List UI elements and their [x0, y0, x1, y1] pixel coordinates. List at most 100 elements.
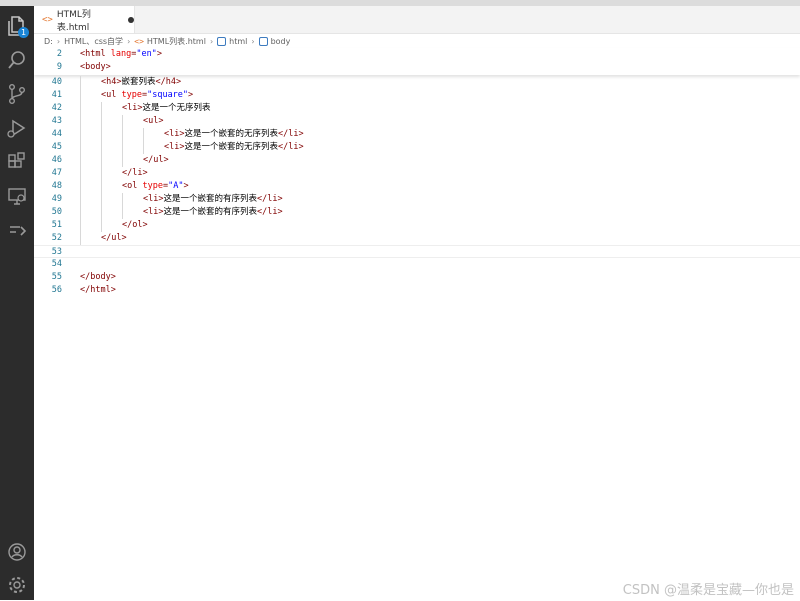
indent-guide — [80, 167, 81, 180]
code-line[interactable]: 55 </body> — [34, 271, 800, 284]
breadcrumb-folder[interactable]: HTML、css自学 — [64, 36, 123, 47]
code-token: <li> — [164, 129, 185, 139]
code-line[interactable]: 53 — [34, 245, 800, 258]
code-text: <h4>嵌套列表</h4> — [101, 76, 181, 89]
indent-guide — [122, 193, 123, 206]
code-text: </li> — [122, 167, 148, 180]
element-cube-icon — [217, 36, 227, 46]
code-token: <h4> — [101, 77, 122, 87]
line-number: 56 — [51, 285, 62, 295]
line-number: 49 — [51, 194, 62, 204]
remote-explorer-icon[interactable] — [5, 184, 29, 208]
account-icon[interactable] — [5, 540, 29, 564]
code-line[interactable]: 50 <li>这是一个嵌套的有序列表</li> — [34, 206, 800, 219]
line-number: 44 — [51, 129, 62, 139]
chevron-right-icon: › — [251, 36, 255, 46]
code-token: > — [183, 181, 189, 191]
breadcrumb-drive[interactable]: D: — [44, 37, 53, 46]
settings-gear-icon[interactable] — [5, 573, 29, 597]
code-token: <li> — [122, 103, 143, 113]
search-icon[interactable] — [5, 48, 29, 72]
breadcrumb-element-body[interactable]: body — [271, 37, 291, 46]
breadcrumb-element-html[interactable]: html — [229, 37, 247, 46]
line-number: 54 — [51, 259, 62, 269]
code-line[interactable]: 41 <ul type="square"> — [34, 89, 800, 102]
code-line[interactable]: 42 <li>这是一个无序列表 — [34, 102, 800, 115]
code-token: </li> — [278, 142, 304, 152]
tab-html-list[interactable]: <> HTML列表.html — [34, 6, 135, 33]
code-line[interactable]: 48 <ol type="A"> — [34, 180, 800, 193]
code-line[interactable]: 44 <li>这是一个嵌套的无序列表</li> — [34, 128, 800, 141]
code-text: </ul> — [101, 232, 127, 245]
code-token: <ul — [101, 90, 122, 100]
indent-guide — [101, 115, 102, 128]
indent-guide — [122, 128, 123, 141]
sticky-scroll-header[interactable]: 2 <html lang="en"> 9 <body> — [34, 48, 800, 75]
code-text: </html> — [80, 284, 116, 297]
code-line[interactable]: 47 </li> — [34, 167, 800, 180]
line-number: 41 — [51, 90, 62, 100]
indent-guide — [101, 154, 102, 167]
code-token: > — [156, 49, 162, 59]
code-token: > — [188, 90, 194, 100]
code-token: </li> — [122, 168, 148, 178]
code-token: type — [121, 90, 142, 100]
indent-guide — [101, 141, 102, 154]
code-token: <html — [80, 49, 111, 59]
code-line[interactable]: 46 </ul> — [34, 154, 800, 167]
line-number: 48 — [51, 181, 62, 191]
code-line[interactable]: 45 <li>这是一个嵌套的无序列表</li> — [34, 141, 800, 154]
indent-guide — [80, 193, 81, 206]
testing-icon[interactable] — [5, 218, 29, 242]
element-cube-icon — [258, 36, 268, 46]
code-text: <body> — [80, 61, 111, 74]
line-number: 47 — [51, 168, 62, 178]
code-token: <li> — [143, 194, 164, 204]
code-line[interactable]: 52 </ul> — [34, 232, 800, 245]
code-text: <li>这是一个嵌套的无序列表</li> — [164, 128, 304, 141]
explorer-icon[interactable]: 1 — [5, 14, 29, 38]
code-token: 这是一个无序列表 — [142, 103, 211, 113]
indent-guide — [122, 206, 123, 219]
line-number: 50 — [51, 207, 62, 217]
code-editor[interactable]: 40 <h4>嵌套列表</h4> 41 <ul type="square"> 42 <li… — [34, 76, 800, 600]
code-line[interactable]: 51 </ol> — [34, 219, 800, 232]
code-line[interactable]: 56 </html> — [34, 284, 800, 297]
line-number: 40 — [51, 77, 62, 87]
code-text: <ol type="A"> — [122, 180, 189, 193]
extensions-icon[interactable] — [5, 150, 29, 174]
code-token: lang — [110, 49, 132, 59]
code-token: </li> — [257, 207, 283, 217]
indent-guide — [122, 115, 123, 128]
code-line[interactable]: 40 <h4>嵌套列表</h4> — [34, 76, 800, 89]
indent-guide — [80, 128, 81, 141]
code-token: <li> — [143, 207, 164, 217]
breadcrumb-file[interactable]: HTML列表.html — [147, 36, 206, 47]
code-text: <li>这是一个嵌套的有序列表</li> — [143, 206, 283, 219]
explorer-badge: 1 — [18, 27, 29, 38]
activity-bar: 1 — [0, 6, 34, 600]
indent-guide — [101, 128, 102, 141]
indent-guide — [101, 167, 102, 180]
indent-guide — [101, 180, 102, 193]
editor-tab-bar: <> HTML列表.html — [34, 6, 800, 34]
chevron-right-icon: › — [209, 36, 214, 46]
indent-guide — [80, 180, 81, 193]
line-number: 9 — [56, 62, 62, 72]
run-debug-icon[interactable] — [5, 116, 29, 140]
code-token: <ol — [122, 181, 143, 191]
code-line[interactable]: 43 <ul> — [34, 115, 800, 128]
source-control-icon[interactable] — [5, 82, 29, 106]
indent-guide — [80, 154, 81, 167]
code-token: </li> — [257, 194, 283, 204]
breadcrumb: D: › HTML、css自学 › <> HTML列表.html › html … — [34, 34, 800, 48]
code-line[interactable]: 49 <li>这是一个嵌套的有序列表</li> — [34, 193, 800, 206]
code-text: </ol> — [122, 219, 148, 232]
code-token: </body> — [80, 272, 116, 282]
code-line[interactable]: 2 <html lang="en"> — [34, 48, 800, 61]
unsaved-dot-icon[interactable] — [128, 16, 134, 23]
code-line[interactable]: 9 <body> — [34, 61, 800, 74]
watermark: CSDN @温柔是宝藏—你也是 — [622, 583, 794, 598]
code-token: </html> — [80, 285, 116, 295]
code-line[interactable]: 54 — [34, 258, 800, 271]
